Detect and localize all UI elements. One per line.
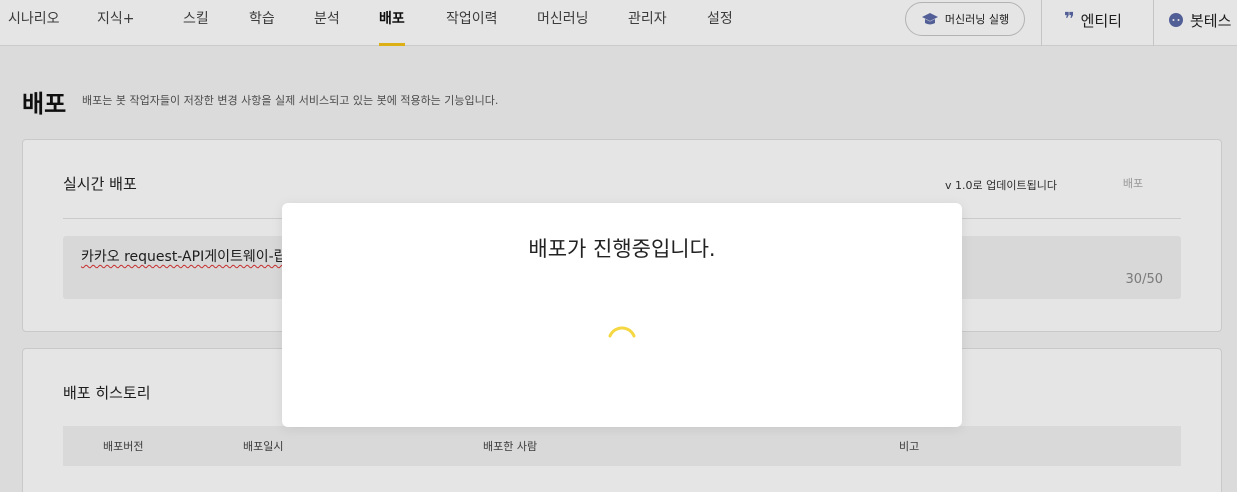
deploy-progress-modal: 배포가 진행중입니다. (282, 203, 962, 427)
modal-title: 배포가 진행중입니다. (528, 237, 716, 261)
loading-spinner-icon (608, 326, 636, 338)
